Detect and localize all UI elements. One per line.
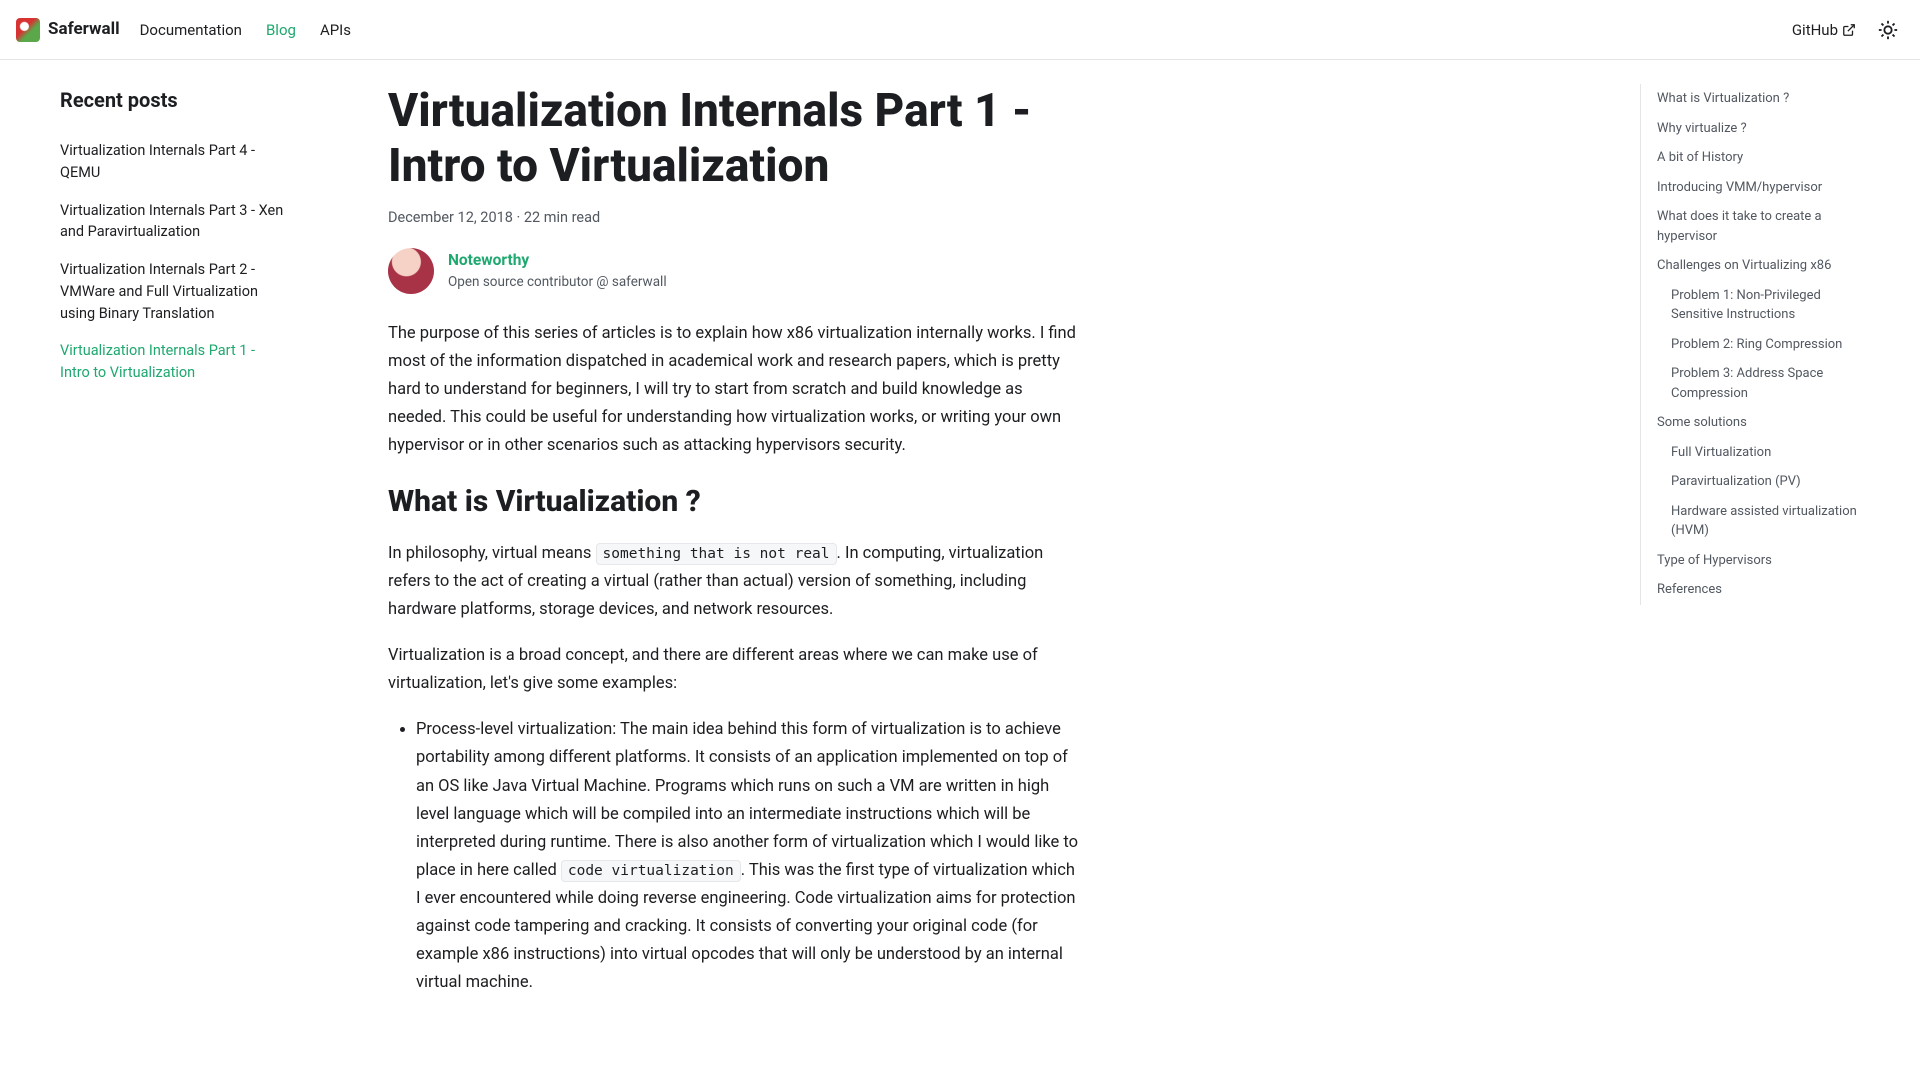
navbar: Saferwall Documentation Blog APIs GitHub [0, 0, 1920, 60]
toc-item[interactable]: Introducing VMM/hypervisor [1657, 173, 1860, 203]
author-role: Open source contributor @ saferwall [448, 272, 667, 294]
toc-item[interactable]: Problem 2: Ring Compression [1657, 330, 1860, 360]
toc-item[interactable]: References [1657, 575, 1860, 605]
author-block: Noteworthy Open source contributor @ saf… [388, 248, 1080, 294]
toc-item[interactable]: Type of Hypervisors [1657, 546, 1860, 576]
paragraph: In philosophy, virtual means something t… [388, 540, 1080, 624]
toc-item[interactable]: Some solutions [1657, 408, 1860, 438]
section-heading-what-is-virtualization: What is Virtualization ? [388, 478, 1080, 526]
nav-links: Documentation Blog APIs [140, 18, 351, 42]
recent-post-item[interactable]: Virtualization Internals Part 2 - VMWare… [60, 251, 284, 332]
sidebar-recent-posts: Recent posts Virtualization Internals Pa… [0, 60, 300, 1047]
inline-code: something that is not real [596, 543, 837, 565]
sun-icon [1877, 19, 1899, 41]
paragraph: Virtualization is a broad concept, and t… [388, 642, 1080, 698]
author-info: Noteworthy Open source contributor @ saf… [448, 248, 667, 294]
toc-item[interactable]: Hardware assisted virtualization (HVM) [1657, 497, 1860, 546]
recent-post-item[interactable]: Virtualization Internals Part 3 - Xen an… [60, 192, 284, 252]
navbar-right: GitHub [1792, 14, 1904, 46]
brand-logo-icon [16, 18, 40, 42]
sidebar-toc: What is Virtualization ? Why virtualize … [1640, 60, 1920, 1047]
recent-posts-list: Virtualization Internals Part 4 - QEMU V… [60, 132, 284, 392]
list-item: Process-level virtualization: The main i… [416, 716, 1080, 996]
github-link[interactable]: GitHub [1792, 18, 1856, 42]
post-title: Virtualization Internals Part 1 - Intro … [388, 84, 1080, 194]
navbar-left: Saferwall Documentation Blog APIs [16, 16, 351, 43]
github-label: GitHub [1792, 18, 1838, 42]
external-link-icon [1842, 23, 1856, 37]
brand-name: Saferwall [48, 16, 120, 43]
toc-item[interactable]: A bit of History [1657, 143, 1860, 173]
toc-item[interactable]: Why virtualize ? [1657, 114, 1860, 144]
text: Process-level virtualization: The main i… [416, 720, 1078, 879]
nav-link-documentation[interactable]: Documentation [140, 18, 242, 42]
article-main: Virtualization Internals Part 1 - Intro … [332, 60, 1112, 1047]
recent-post-item[interactable]: Virtualization Internals Part 4 - QEMU [60, 132, 284, 192]
table-of-contents: What is Virtualization ? Why virtualize … [1640, 84, 1860, 605]
nav-link-blog[interactable]: Blog [266, 18, 296, 42]
nav-link-apis[interactable]: APIs [320, 18, 351, 42]
toc-item[interactable]: Paravirtualization (PV) [1657, 467, 1860, 497]
toc-item[interactable]: What is Virtualization ? [1657, 84, 1860, 114]
text: . This was the first type of virtualizat… [416, 861, 1075, 992]
post-meta: December 12, 2018 · 22 min read [388, 206, 1080, 229]
bullet-list: Process-level virtualization: The main i… [388, 716, 1080, 996]
brand[interactable]: Saferwall [16, 16, 120, 43]
theme-toggle-button[interactable] [1872, 14, 1904, 46]
toc-item[interactable]: Problem 1: Non-Privileged Sensitive Inst… [1657, 281, 1860, 330]
page-grid: Recent posts Virtualization Internals Pa… [0, 60, 1920, 1047]
toc-item[interactable]: Challenges on Virtualizing x86 [1657, 251, 1860, 281]
author-avatar [388, 248, 434, 294]
toc-item[interactable]: Problem 3: Address Space Compression [1657, 359, 1860, 408]
recent-post-item[interactable]: Virtualization Internals Part 1 - Intro … [60, 332, 284, 392]
intro-paragraph: The purpose of this series of articles i… [388, 320, 1080, 460]
toc-item[interactable]: Full Virtualization [1657, 438, 1860, 468]
recent-posts-heading: Recent posts [60, 84, 284, 116]
author-name-link[interactable]: Noteworthy [448, 248, 667, 273]
toc-item[interactable]: What does it take to create a hypervisor [1657, 202, 1860, 251]
text: In philosophy, virtual means [388, 544, 596, 563]
inline-code: code virtualization [561, 860, 741, 882]
